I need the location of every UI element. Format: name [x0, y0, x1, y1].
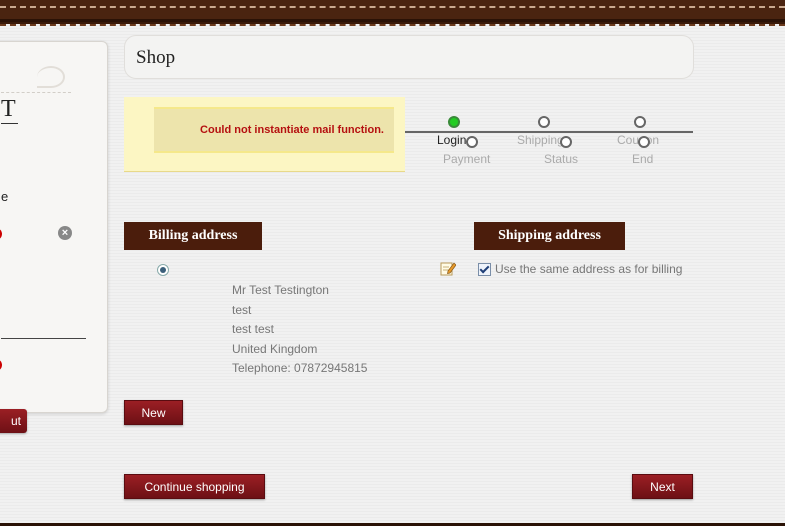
step-dot-shipping: [538, 116, 550, 128]
error-message-box: Could not instantiate mail function.: [124, 97, 405, 172]
top-leather-bar: [0, 0, 785, 24]
page-title: Shop: [136, 47, 176, 68]
step-dot-login: [448, 116, 460, 128]
sidebar-divider: [1, 338, 86, 339]
step-label-end: End: [632, 152, 654, 166]
billing-address-title: Billing address: [124, 222, 262, 250]
step-dot-end: [638, 136, 650, 148]
new-address-button[interactable]: New: [124, 400, 183, 425]
address-country: United Kingdom: [232, 341, 318, 356]
step-dot-payment: [466, 136, 478, 148]
step-label-shipping: Shipping: [517, 133, 564, 147]
checkout-progress: Login Payment Shipping Status Coupon End: [405, 110, 693, 170]
error-message-text: Could not instantiate mail function.: [200, 124, 384, 136]
address-name: Mr Test Testington: [232, 283, 329, 297]
page-header: Shop: [124, 35, 694, 79]
step-label-payment: Payment: [443, 152, 491, 166]
address-line2: test test: [232, 322, 275, 336]
checkout-button[interactable]: ut: [0, 409, 27, 433]
step-label-login: Login: [437, 133, 467, 147]
error-message-inner: Could not instantiate mail function.: [154, 107, 394, 153]
cart-total-fragment: [0, 359, 2, 371]
billing-address-radio[interactable]: [157, 264, 169, 276]
close-circle-icon[interactable]: ×: [58, 226, 72, 240]
billing-address-block: Mr Test Testington test test test United…: [232, 281, 367, 379]
cart-sidebar: T e × ut: [0, 41, 108, 433]
shipping-address-title: Shipping address: [474, 222, 625, 250]
step-label-status: Status: [544, 152, 579, 166]
edit-address-icon[interactable]: [440, 260, 456, 276]
sidebar-text-fragment: e: [1, 189, 9, 204]
same-address-label: Use the same address as for billing: [495, 262, 683, 276]
step-dot-status: [560, 136, 572, 148]
step-dot-coupon: [634, 116, 646, 128]
ornament-decoration: [1, 62, 71, 93]
address-line1: test: [232, 302, 252, 317]
same-address-checkbox[interactable]: [478, 263, 491, 276]
cart-price-fragment: [0, 228, 2, 240]
address-telephone: Telephone: 07872945815: [232, 361, 368, 375]
top-stitch-divider: [0, 24, 785, 26]
continue-shopping-button[interactable]: Continue shopping: [124, 474, 265, 499]
next-button[interactable]: Next: [632, 474, 693, 499]
sidebar-heading-fragment: T: [1, 96, 18, 124]
